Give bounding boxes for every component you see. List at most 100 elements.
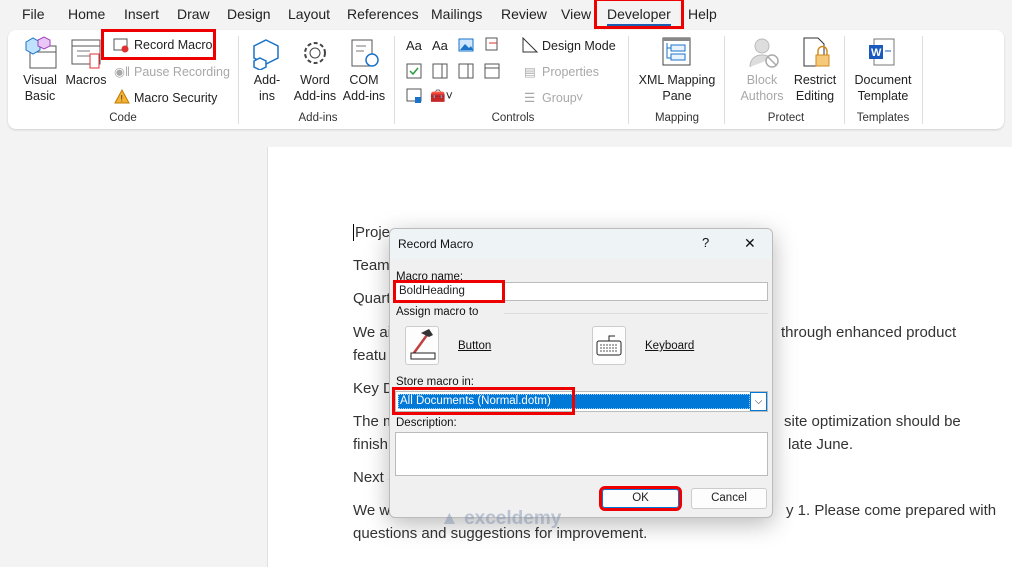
pause-recording-label: Pause Recording — [134, 65, 230, 79]
addins-label: Add-ins — [253, 73, 281, 103]
tab-draw[interactable]: Draw — [177, 6, 210, 22]
xml-mapping-label: XML Mapping Pane — [638, 73, 716, 103]
word-template-icon: W — [869, 38, 895, 66]
document-template-label: Document Template — [854, 73, 912, 103]
doc-text: Key D — [353, 380, 394, 397]
assign-macro-label: Assign macro to — [396, 306, 479, 318]
divider — [724, 36, 725, 124]
divider — [628, 36, 629, 124]
tab-developer-label: Developer — [607, 6, 671, 26]
block-authors-label: Block Authors — [740, 73, 784, 103]
group-label-protect: Protect — [767, 112, 805, 124]
button-label[interactable]: Button — [458, 340, 491, 352]
properties-button[interactable]: Properties — [542, 64, 599, 80]
macro-name-input[interactable]: BoldHeading — [393, 280, 768, 303]
watermark-logo: ▲ exceldemy — [440, 508, 562, 529]
dialog-titlebar: Record Macro ? ✕ — [390, 229, 772, 259]
group-button[interactable]: Group — [542, 90, 577, 106]
tab-insert[interactable]: Insert — [124, 6, 159, 22]
macros-label: Macros — [65, 73, 107, 87]
doc-text: Quart — [353, 290, 391, 307]
addins-icon — [253, 39, 279, 70]
block-authors-icon — [749, 38, 779, 68]
tab-layout[interactable]: Layout — [288, 6, 330, 22]
macros-icon — [71, 39, 101, 69]
tab-home[interactable]: Home — [68, 6, 105, 22]
svg-text:!: ! — [121, 94, 124, 104]
warning-icon: ! — [114, 89, 130, 104]
chevron-down-icon[interactable]: ⌵ — [750, 392, 767, 411]
ribbon: Visual Basic Macros Record Macro ◉‖ Paus… — [8, 29, 1004, 129]
tab-review[interactable]: Review — [501, 6, 547, 22]
hammer-icon — [409, 329, 436, 360]
group-label-mapping: Mapping — [654, 112, 700, 124]
legacy-tools-icon[interactable]: 🧰˅ — [430, 88, 453, 104]
chevron-down-icon: ˅ — [576, 91, 584, 105]
store-macro-highlight — [392, 387, 575, 415]
repeating-section-icon[interactable] — [406, 88, 422, 104]
keyboard-icon — [596, 335, 622, 356]
xml-mapping-icon — [662, 37, 691, 66]
svg-text:W: W — [871, 47, 882, 59]
help-button[interactable]: ? — [702, 235, 709, 250]
description-textarea[interactable] — [395, 432, 768, 476]
tab-file[interactable]: File — [22, 6, 45, 22]
record-icon — [113, 38, 129, 53]
assign-button-icon-button[interactable] — [405, 326, 439, 365]
com-addins-label: COM Add-ins — [342, 73, 386, 103]
doc-text: We w — [353, 502, 391, 519]
divider — [844, 36, 845, 124]
doc-text: late June. — [788, 436, 854, 453]
ok-button[interactable]: OK — [599, 486, 682, 511]
tab-developer[interactable]: Developer — [594, 0, 684, 29]
dialog-title: Record Macro — [398, 237, 474, 251]
record-macro-dialog: Record Macro ? ✕ Macro name: BoldHeading… — [389, 228, 773, 518]
divider — [238, 36, 239, 124]
store-macro-select[interactable]: All Documents (Normal.dotm) ⌵ — [392, 387, 768, 415]
properties-icon: ▤ — [524, 65, 536, 79]
combobox-control-icon[interactable] — [432, 63, 448, 79]
divider — [504, 313, 768, 314]
doc-text: finish — [353, 436, 389, 453]
divider — [394, 36, 395, 124]
record-macro-button[interactable]: Record Macro — [101, 29, 216, 60]
restrict-editing-icon — [803, 37, 830, 67]
restrict-editing-label: Restrict Editing — [793, 73, 837, 103]
doc-text: We ai — [353, 324, 392, 341]
group-label-controls: Controls — [491, 112, 535, 124]
doc-text: Team — [353, 257, 390, 274]
checkbox-control-icon[interactable] — [406, 63, 422, 79]
plain-text-control-icon[interactable]: Aa — [432, 38, 448, 54]
assign-keyboard-icon-button[interactable] — [592, 326, 626, 365]
visual-basic-icon — [25, 36, 57, 69]
doc-text: y 1. Please come prepared with — [786, 502, 997, 519]
tab-mailings[interactable]: Mailings — [431, 6, 482, 22]
store-macro-label: Store macro in: — [396, 376, 474, 388]
design-mode-button[interactable]: Design Mode — [542, 38, 616, 54]
com-addins-icon — [351, 39, 379, 67]
building-block-icon[interactable] — [484, 37, 500, 53]
picture-control-icon[interactable] — [458, 38, 474, 52]
macro-security-label: Macro Security — [134, 91, 218, 105]
cancel-button[interactable]: Cancel — [691, 488, 767, 509]
rich-text-control-icon[interactable]: Aa — [406, 38, 422, 54]
keyboard-label[interactable]: Keyboard — [645, 340, 694, 352]
tab-design[interactable]: Design — [227, 6, 271, 22]
group-icon: ☰ — [524, 91, 536, 105]
group-label-templates: Templates — [856, 112, 910, 124]
dropdown-control-icon[interactable] — [458, 63, 474, 79]
watermark-text: exceldemy — [464, 508, 562, 529]
date-picker-icon[interactable] — [484, 63, 500, 79]
tab-help[interactable]: Help — [688, 6, 717, 22]
doc-text: through enhanced product — [781, 324, 957, 341]
design-mode-icon[interactable] — [522, 37, 538, 53]
description-label: Description: — [396, 417, 457, 429]
macro-name-value: BoldHeading — [393, 280, 505, 303]
divider — [922, 36, 923, 124]
doc-text: site optimization should be — [784, 413, 961, 430]
close-button[interactable]: ✕ — [744, 235, 756, 252]
tab-references[interactable]: References — [347, 6, 419, 22]
pause-icon: ◉‖ — [114, 65, 131, 79]
tab-view[interactable]: View — [561, 6, 591, 22]
doc-text: featu — [353, 347, 387, 364]
